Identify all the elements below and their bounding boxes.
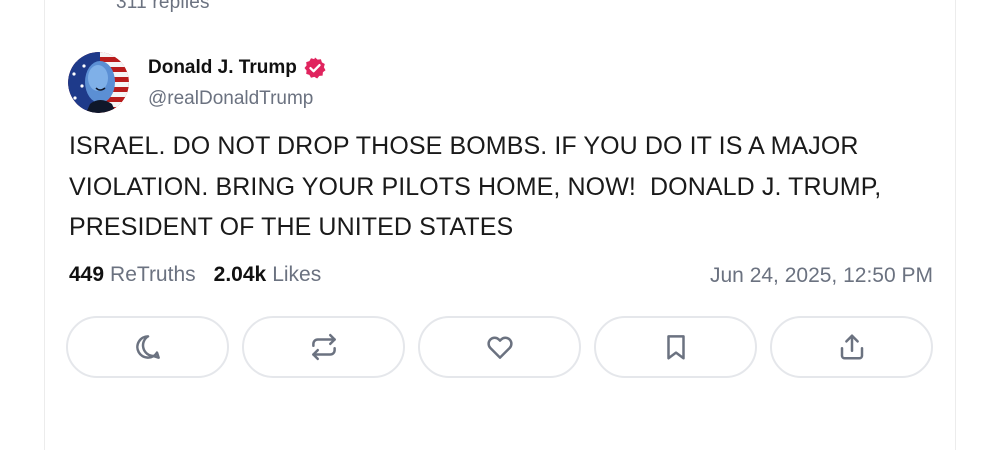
retruth-icon [311, 333, 336, 361]
post-body: ISRAEL. DO NOT DROP THOSE BOMBS. IF YOU … [69, 132, 889, 241]
retruths-stat[interactable]: 449 ReTruths [69, 263, 196, 287]
post-stats: 449 ReTruths 2.04k Likes [69, 263, 321, 287]
retruth-button[interactable] [242, 316, 405, 378]
bookmark-icon [666, 335, 685, 360]
share-icon [840, 334, 863, 360]
retruths-count: 449 [69, 263, 105, 286]
likes-count: 2.04k [213, 263, 267, 286]
avatar[interactable] [68, 52, 129, 113]
share-button[interactable] [770, 316, 933, 378]
avatar-image [68, 52, 129, 113]
reply-button[interactable] [66, 316, 229, 378]
action-bar [66, 316, 933, 378]
previous-replies-count[interactable]: 311 replies [116, 0, 210, 14]
retruths-label: ReTruths [110, 263, 196, 286]
bookmark-button[interactable] [594, 316, 757, 378]
likes-stat[interactable]: 2.04k Likes [214, 263, 322, 287]
reply-icon [135, 335, 160, 359]
author-name[interactable]: Donald J. Trump [148, 57, 297, 79]
likes-label: Likes [272, 263, 322, 286]
heart-icon [486, 336, 513, 359]
post-timestamp[interactable]: Jun 24, 2025, 12:50 PM [710, 264, 933, 288]
like-button[interactable] [418, 316, 581, 378]
verified-badge-icon [303, 56, 327, 80]
author-handle[interactable]: @realDonaldTrump [148, 88, 313, 110]
author-name-row[interactable]: Donald J. Trump [148, 56, 327, 80]
